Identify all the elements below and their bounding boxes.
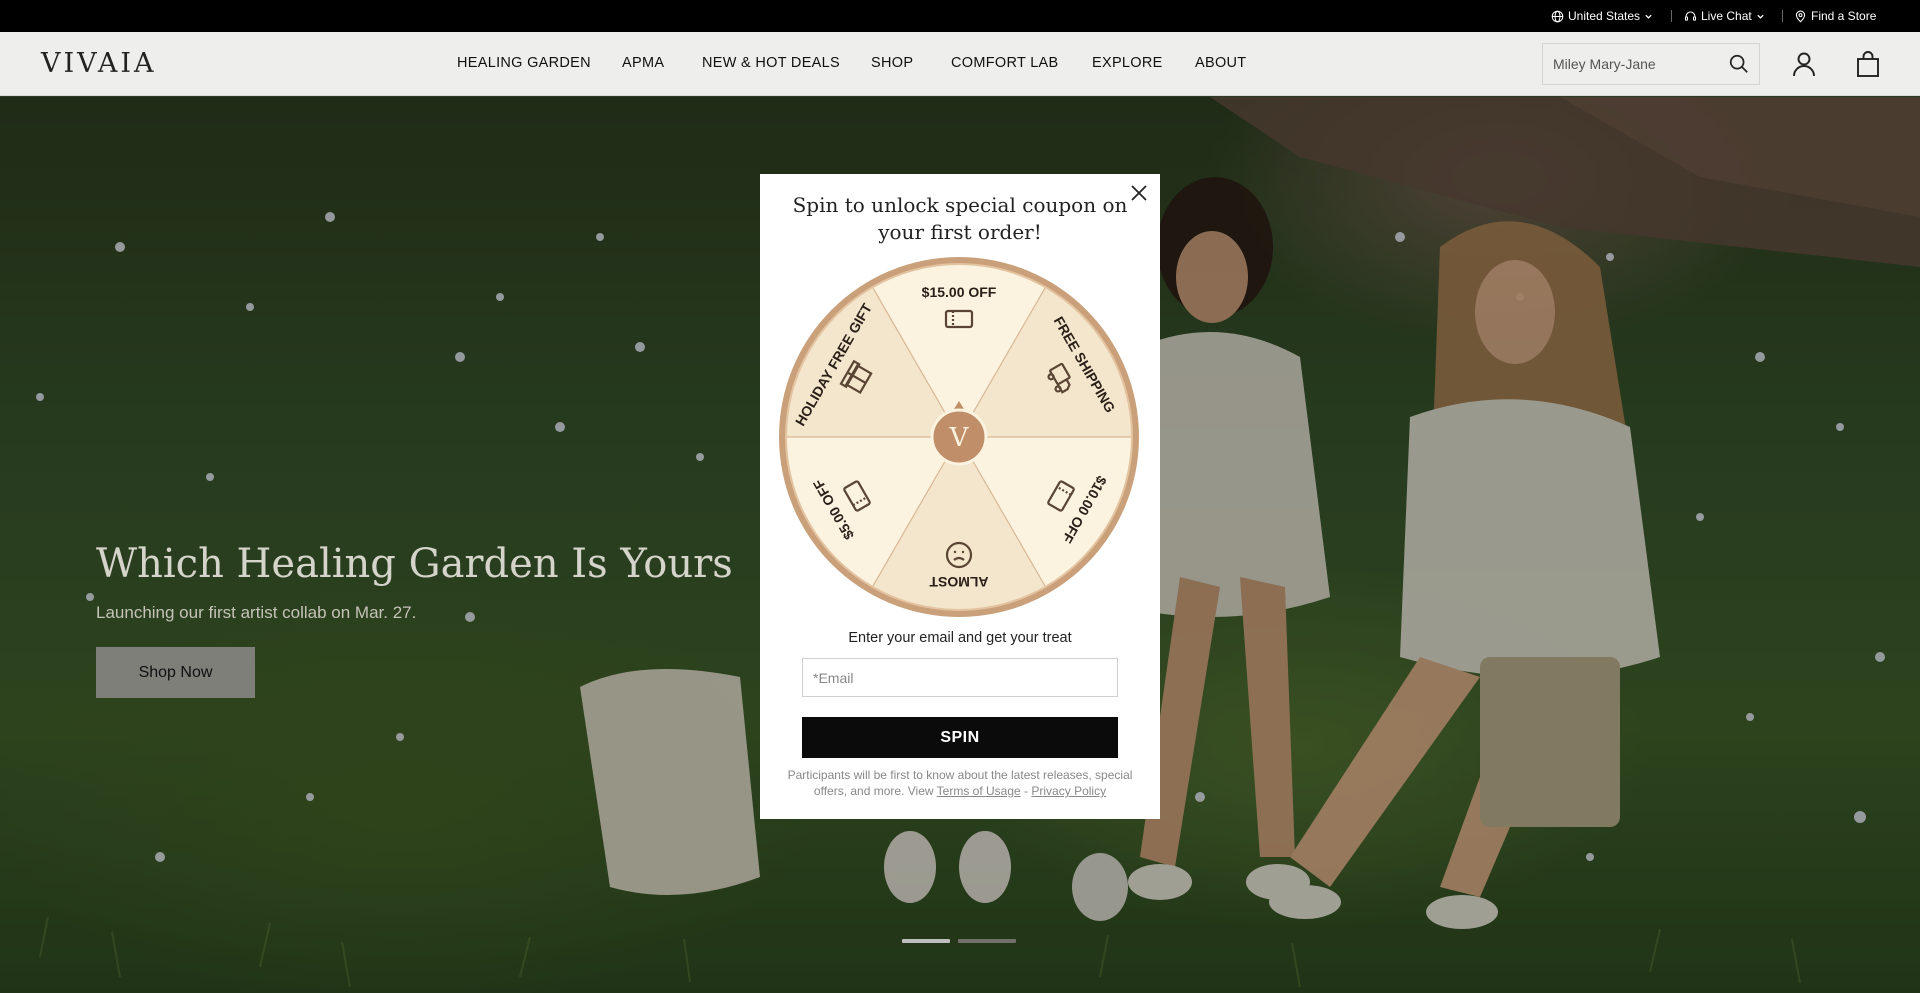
email-field[interactable]	[802, 658, 1118, 697]
divider	[1782, 10, 1783, 22]
wheel-segment-label: ALMOST	[929, 574, 989, 590]
search-icon[interactable]	[1728, 53, 1750, 75]
find-store-label: Find a Store	[1811, 9, 1877, 23]
wheel-hub-logo: V	[949, 423, 970, 453]
account-icon[interactable]	[1791, 50, 1817, 78]
globe-icon	[1551, 10, 1564, 22]
region-label: United States	[1568, 9, 1641, 23]
disclaimer: Participants will be first to know about…	[776, 767, 1144, 799]
email-prompt: Enter your email and get your treat	[848, 630, 1072, 646]
find-store-link[interactable]: Find a Store	[1794, 0, 1876, 32]
nav-item-about[interactable]: ABOUT	[1195, 55, 1246, 71]
nav-item-new-hot-deals[interactable]: NEW & HOT DEALS	[702, 55, 840, 71]
spin-button[interactable]: SPIN	[802, 717, 1118, 758]
link-separator: -	[1024, 784, 1029, 798]
wheel-segment-label: $15.00 OFF	[922, 284, 997, 300]
utility-bar: United States Live Chat Find a Store	[0, 0, 1920, 32]
location-pin-icon	[1795, 10, 1806, 23]
live-chat-link[interactable]: Live Chat	[1684, 0, 1765, 32]
chevron-down-icon	[1645, 14, 1652, 19]
nav-item-healing-garden[interactable]: HEALING GARDEN	[457, 55, 591, 71]
search-box	[1542, 43, 1760, 85]
nav-item-comfort-lab[interactable]: COMFORT LAB	[951, 55, 1059, 71]
live-chat-label: Live Chat	[1701, 9, 1752, 23]
site-header: VIVAIA HEALING GARDEN APMA NEW & HOT DEA…	[0, 32, 1920, 96]
region-selector[interactable]: United States	[1551, 0, 1653, 32]
shopping-bag-icon[interactable]	[1855, 50, 1881, 78]
nav-item-shop[interactable]: SHOP	[871, 55, 913, 71]
nav-item-explore[interactable]: EXPLORE	[1092, 55, 1163, 71]
divider	[1671, 10, 1672, 22]
terms-link[interactable]: Terms of Usage	[937, 784, 1021, 798]
nav-item-apma[interactable]: APMA	[622, 55, 664, 71]
chevron-down-icon	[1757, 14, 1764, 19]
headset-icon	[1684, 11, 1697, 21]
popup-title: Spin to unlock special coupon on your fi…	[792, 193, 1128, 244]
spin-wheel-popup: Spin to unlock special coupon on your fi…	[760, 174, 1160, 819]
privacy-link[interactable]: Privacy Policy	[1031, 784, 1106, 798]
search-input[interactable]	[1543, 44, 1723, 84]
prize-wheel[interactable]: $15.00 OFFFREE SHIPPING$10.00 OFFALMOST$…	[778, 256, 1140, 618]
